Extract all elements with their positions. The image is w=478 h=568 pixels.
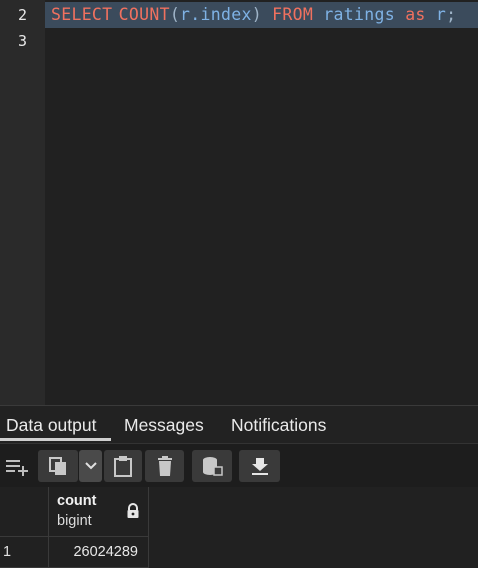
download-icon — [250, 456, 270, 476]
delete-button[interactable] — [145, 450, 184, 482]
code-line-selected[interactable]: SELECT COUNT(r.index) FROM ratings as r; — [45, 2, 478, 28]
keyword-select: SELECT — [51, 5, 113, 24]
save-data-button[interactable] — [192, 450, 232, 482]
paste-button[interactable] — [104, 450, 142, 482]
line-number: 3 — [17, 32, 27, 50]
copy-options-dropdown[interactable] — [79, 450, 102, 482]
tab-messages[interactable]: Messages — [124, 406, 204, 444]
row-number: 1 — [3, 544, 12, 560]
results-tabs: Data output Messages Notifications — [0, 405, 478, 444]
tab-data-output[interactable]: Data output — [0, 406, 111, 441]
column-type: bigint — [57, 513, 92, 529]
keyword-from: FROM — [272, 5, 314, 24]
table-name: ratings — [323, 5, 395, 24]
table-alias: r — [435, 5, 447, 24]
add-row-icon — [3, 456, 31, 476]
save-data-icon — [201, 455, 223, 477]
tab-notifications[interactable]: Notifications — [231, 406, 326, 444]
code-area[interactable]: SELECT COUNT(r.index) FROM ratings as r; — [45, 0, 478, 405]
keyword-as: as — [405, 5, 426, 24]
column-ref: r.index — [180, 5, 252, 24]
copy-button[interactable] — [38, 450, 78, 482]
add-row-button[interactable] — [0, 450, 34, 482]
column-name: count — [57, 493, 97, 509]
line-number-gutter: 2 3 — [0, 0, 45, 405]
copy-icon — [47, 455, 69, 477]
cell-value: 26024289 — [73, 544, 138, 560]
results-toolbar — [0, 443, 478, 489]
lock-icon — [126, 503, 140, 523]
column-header-count[interactable]: count bigint — [49, 487, 149, 537]
line-number: 2 — [17, 6, 27, 24]
data-cell[interactable]: 26024289 — [49, 537, 149, 568]
chevron-down-icon — [84, 461, 98, 471]
row-header-corner — [0, 487, 49, 537]
query-editor[interactable]: 2 3 SELECT COUNT(r.index) FROM ratings a… — [0, 0, 478, 405]
results-grid: count bigint 1 26024289 — [0, 487, 478, 568]
table-row[interactable]: 1 — [0, 537, 49, 568]
semicolon: ; — [446, 5, 457, 24]
paste-icon — [113, 455, 133, 477]
paren-close: ) — [251, 5, 262, 24]
download-button[interactable] — [239, 450, 280, 482]
paren-open: ( — [169, 5, 181, 24]
delete-icon — [156, 455, 174, 477]
function-count: COUNT — [118, 5, 170, 24]
